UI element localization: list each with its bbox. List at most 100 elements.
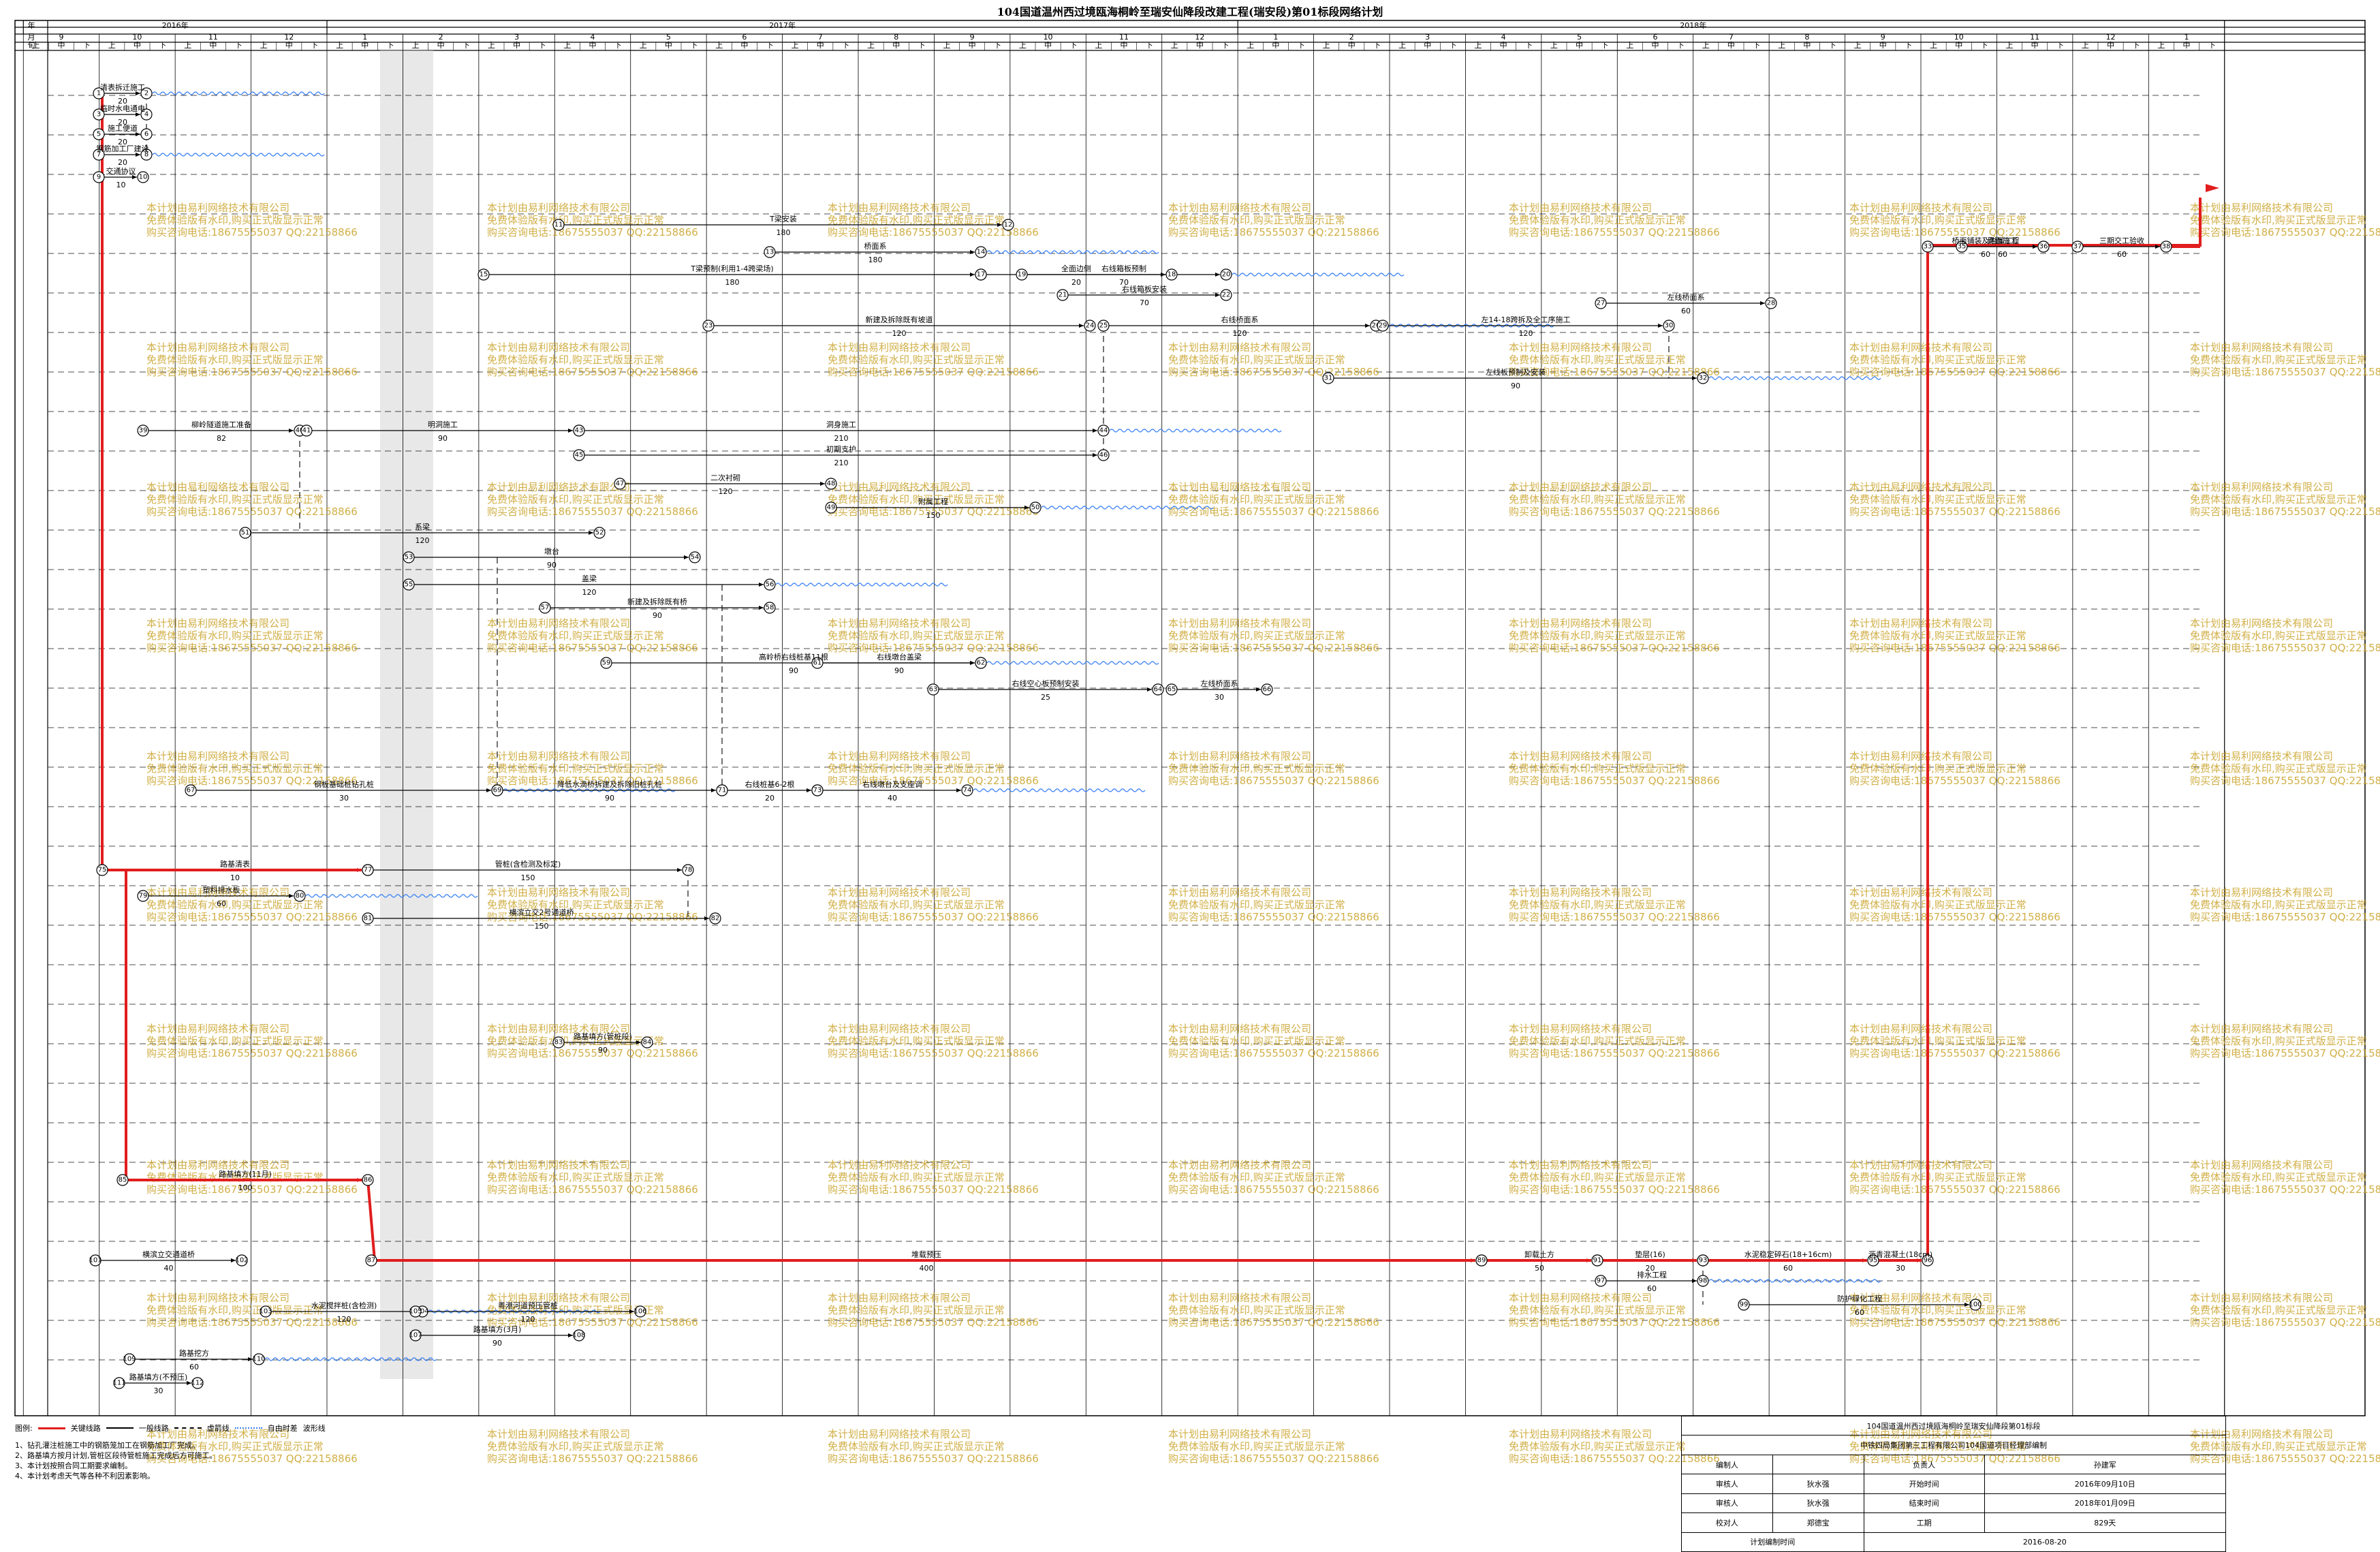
ten-day-cell: 上 [1019,41,1027,50]
watermark-text: 本计划由易利网络技术有限公司 [1849,886,1992,899]
watermark-text: 购买咨询电话:18675555037 QQ:22158866 [1168,1047,1379,1059]
event-node-number: 74 [963,787,972,794]
info-footer-label: 计划编制时间 [1681,1532,1864,1552]
info-cell: 狄水强 [1772,1493,1864,1514]
watermark-text: 本计划由易利网络技术有限公司 [1168,1159,1311,1171]
ten-day-cell: 中 [892,41,900,50]
watermark-text: 免费体验版有水印,购买正式版显示正常 [828,762,1005,775]
watermark-text: 购买咨询电话:18675555037 QQ:22158866 [1849,642,2061,654]
watermark-text: 免费体验版有水印,购买正式版显示正常 [2190,762,2367,775]
event-node-number: 48 [827,480,836,488]
watermark-text: 本计划由易利网络技术有限公司 [828,886,971,899]
watermark-text: 免费体验版有水印,购买正式版显示正常 [1509,899,1686,911]
event-node-number: 55 [405,581,413,589]
watermark-text: 免费体验版有水印,购买正式版显示正常 [1509,214,1686,226]
watermark-text: 购买咨询电话:18675555037 QQ:22158866 [2190,506,2380,518]
watermark-text: 本计划由易利网络技术有限公司 [828,750,971,762]
arrowhead [589,531,593,535]
activity-duration: 50 [1535,1264,1544,1273]
arrowhead [1147,687,1152,692]
event-node-number: 44 [1099,427,1108,435]
activity-name: 水泥搅拌桩(含检测) [311,1301,377,1310]
activity-name: 路基填方(不预压) [129,1372,188,1382]
ten-day-cell: 上 [336,41,343,50]
event-node-number: 54 [691,554,700,561]
event-node-number: 91 [1593,1257,1602,1264]
ten-day-cell: 上 [1323,41,1330,50]
watermark-text: 购买咨询电话:18675555037 QQ:22158866 [1849,1316,2061,1329]
ten-day-cell: 上 [715,41,723,50]
event-node-number: 51 [241,529,250,537]
ten-day-cell: 下 [1221,41,1229,50]
ten-day-cell: 下 [463,41,470,50]
event-node-number: 11 [554,221,563,229]
activity-name: 三期交工验收 [2099,236,2144,245]
watermark-text: 购买咨询电话:18675555037 QQ:22158866 [146,642,358,654]
ten-day-cell: 下 [1753,41,1760,50]
free-float-wave [775,583,948,587]
arrowhead [711,788,716,792]
activity-name: 左线板预制及安装 [1486,367,1546,377]
legend-title: 图例: [15,1424,33,1433]
info-cell: 负责人 [1863,1454,1985,1475]
watermark-text: 免费体验版有水印,购买正式版显示正常 [1509,1304,1686,1316]
watermark-text: 免费体验版有水印,购买正式版显示正常 [1168,1171,1345,1183]
watermark-text: 免费体验版有水印,购买正式版显示正常 [487,1440,664,1453]
watermark-text: 免费体验版有水印,购买正式版显示正常 [146,1304,324,1316]
ten-day-cell: 下 [1829,41,1836,50]
watermark-text: 购买咨询电话:18675555037 QQ:22158866 [146,1047,358,1059]
watermark-text: 购买咨询电话:18675555037 QQ:22158866 [1168,506,1379,518]
watermark-text: 免费体验版有水印,购买正式版显示正常 [1849,1035,2026,1047]
arrowhead [970,273,975,277]
watermark-text: 免费体验版有水印,购买正式版显示正常 [487,214,664,226]
ten-day-cell: 中 [513,41,520,50]
watermark-text: 本计划由易利网络技术有限公司 [828,1428,971,1440]
event-node-number: 86 [364,1177,373,1184]
event-node-number: 38 [2162,243,2171,251]
activity-name: 右线空心板预制安装 [1012,679,1080,688]
watermark-text: 本计划由易利网络技术有限公司 [2190,886,2333,899]
activity-duration: 90 [1511,382,1520,390]
event-node-number: 46 [1099,452,1108,459]
watermark-text: 购买咨询电话:18675555037 QQ:22158866 [487,642,698,654]
ten-day-cell: 下 [159,41,166,50]
watermark-text: 购买咨询电话:18675555037 QQ:22158866 [146,1316,358,1329]
event-node-number: 32 [1699,375,1708,382]
ten-day-cell: 上 [867,41,875,50]
activity-duration: 180 [777,228,791,237]
ten-day-cell: 上 [2157,41,2165,50]
ten-day-cell: 上 [1171,41,1178,50]
activity-name: 右线墩台及支座调 [862,779,922,789]
arrowhead [357,868,362,872]
ten-day-cell: 下 [1601,41,1608,50]
watermark-text: 购买咨询电话:18675555037 QQ:22158866 [828,1183,1039,1196]
activity-name: 交通协议 [106,166,136,176]
watermark-text: 免费体验版有水印,购买正式版显示正常 [487,630,664,642]
finish-flag [2206,184,2219,192]
activity-duration: 60 [1998,250,2007,259]
ten-day-cell: 上 [1930,41,1937,50]
watermark-text: 免费体验版有水印,购买正式版显示正常 [146,762,324,775]
ten-day-cell: 上 [1398,41,1406,50]
activity-duration: 210 [834,459,849,467]
watermark-text: 本计划由易利网络技术有限公司 [1168,1428,1311,1440]
legend: 图例: 关键线路 一般线路 虚箭线 自由时差 波形线 1、钻孔灌注桩施工中的钢筋… [15,1423,424,1481]
watermark-text: 购买咨询电话:18675555037 QQ:22158866 [828,1316,1039,1329]
legend-float-swatch [234,1427,262,1429]
watermark-text: 免费体验版有水印,购买正式版显示正常 [1849,493,2026,506]
activity-duration: 60 [1647,1284,1657,1293]
watermark-text: 免费体验版有水印,购买正式版显示正常 [1849,1304,2026,1316]
watermark-text: 购买咨询电话:18675555037 QQ:22158866 [146,226,358,238]
event-node-number: 111 [112,1380,125,1387]
event-node-number: 28 [1767,300,1776,307]
ten-day-cell: 上 [1702,41,1710,50]
watermark-text: 本计划由易利网络技术有限公司 [1168,617,1311,630]
arrowhead [486,788,491,792]
watermark-text: 本计划由易利网络技术有限公司 [1168,202,1311,214]
arrowhead [1471,1258,1475,1262]
watermark-text: 购买咨询电话:18675555037 QQ:22158866 [828,911,1039,923]
watermark-text: 购买咨询电话:18675555037 QQ:22158866 [146,911,358,923]
watermark-text: 本计划由易利网络技术有限公司 [1509,750,1652,762]
activity-name: 右线墩台盖梁 [877,652,922,662]
info-cell [1772,1454,1864,1475]
